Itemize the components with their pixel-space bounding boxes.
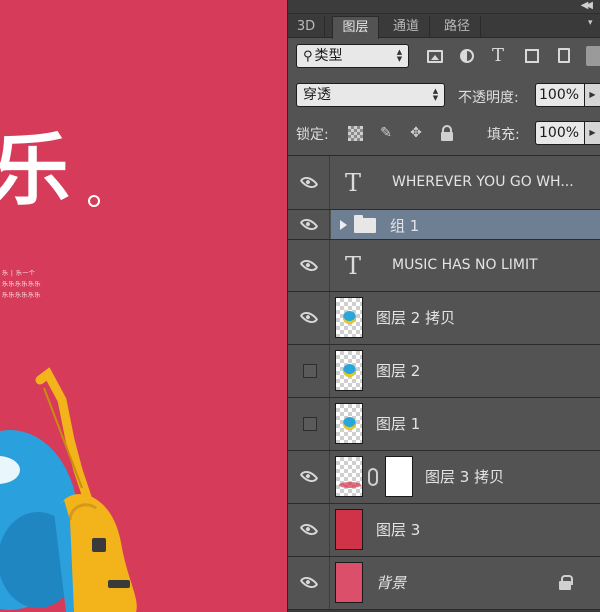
layer-row[interactable]: T WHEREVER YOU GO WH... — [288, 156, 600, 210]
eye-icon — [299, 255, 319, 275]
folder-icon — [354, 214, 376, 233]
canvas-artwork — [0, 367, 137, 612]
layer-thumbnail — [335, 403, 363, 444]
eye-icon — [299, 466, 319, 487]
smart-object-filter-icon[interactable] — [556, 48, 572, 64]
link-chain-icon[interactable] — [368, 468, 378, 486]
layer-row[interactable]: 图层 1 — [288, 398, 600, 451]
layers-panel: ◀◀ 3D 图层 通道 路径 ▾ ⚲ 类型 ▲ ▼ T 穿透 ▲ ▼ 不透明度: 10… — [287, 0, 600, 612]
search-icon: ⚲ — [303, 49, 313, 64]
lock-transparent-pixels-icon[interactable] — [348, 126, 363, 141]
layer-name: 图层 3 — [376, 521, 421, 539]
layer-row[interactable]: 图层 2 — [288, 345, 600, 398]
panel-title-bar: ◀◀ — [288, 0, 600, 14]
layer-thumbnail — [335, 350, 363, 391]
layer-visibility-toggle[interactable] — [288, 240, 330, 291]
layer-thumbnail — [335, 456, 363, 497]
tab-paths[interactable]: 路径 — [434, 16, 481, 38]
headline-character: 乐 — [0, 125, 70, 216]
select-spinner-icon: ▲ ▼ — [432, 87, 439, 102]
layer-thumbnail — [335, 509, 363, 550]
layer-row[interactable]: 图层 3 拷贝 — [288, 451, 600, 504]
eye-icon — [299, 572, 319, 593]
layer-thumbnail — [335, 562, 363, 603]
panel-tab-bar: 3D 图层 通道 路径 ▾ — [288, 14, 600, 39]
degree-mark-decoration — [88, 195, 100, 207]
fill-slider-arrow-icon[interactable]: ▶ — [585, 121, 600, 145]
opacity-label: 不透明度: — [458, 90, 519, 106]
blend-row: 穿透 ▲ ▼ 不透明度: 100% ▶ — [288, 81, 600, 109]
adjustment-layer-filter-icon[interactable] — [459, 48, 475, 64]
shape-layer-filter-icon[interactable] — [524, 48, 540, 64]
lock-all-icon[interactable] — [439, 125, 455, 141]
canvas-small-text: 乐乐乐乐乐乐 — [2, 281, 42, 288]
tab-channels[interactable]: 通道 — [383, 16, 430, 38]
red-smudge-thumbnail-art — [339, 482, 361, 488]
canvas-small-text: 乐 | 乐一个 — [2, 270, 36, 277]
blend-mode-select[interactable]: 穿透 ▲ ▼ — [296, 83, 445, 107]
layer-filter-row: ⚲ 类型 ▲ ▼ T — [288, 42, 600, 70]
pixel-layer-filter-icon[interactable] — [427, 48, 443, 64]
layers-list: T WHEREVER YOU GO WH... 组 1 T MUSIC HAS … — [288, 155, 600, 610]
type-layer-filter-icon[interactable]: T — [490, 47, 506, 65]
layer-group-row[interactable]: 组 1 — [288, 210, 600, 240]
layer-visibility-toggle[interactable] — [288, 504, 330, 556]
hidden-checkbox-icon — [303, 364, 317, 378]
character-thumbnail-art — [343, 364, 356, 377]
layer-row[interactable]: T MUSIC HAS NO LIMIT — [288, 240, 600, 292]
lock-label: 锁定: — [296, 127, 329, 143]
canvas-small-text: 乐乐乐乐乐乐 — [2, 292, 42, 299]
fill-label: 填充: — [487, 127, 520, 143]
layer-visibility-toggle[interactable] — [288, 398, 330, 450]
type-layer-icon: T — [345, 251, 362, 280]
tab-3d[interactable]: 3D — [288, 16, 325, 38]
filter-toggle-switch[interactable] — [586, 46, 600, 66]
character-thumbnail-art — [343, 417, 356, 430]
lock-icon — [559, 575, 573, 590]
filter-kind-select[interactable]: ⚲ 类型 ▲ ▼ — [296, 44, 409, 68]
collapse-panel-icon[interactable]: ◀◀ — [581, 0, 594, 12]
layer-visibility-toggle[interactable] — [288, 345, 330, 397]
layer-row[interactable]: 图层 3 — [288, 504, 600, 557]
lock-image-pixels-icon[interactable]: ✎ — [378, 125, 394, 141]
opacity-input[interactable]: 100% — [535, 83, 585, 107]
layer-name: WHEREVER YOU GO WH... — [392, 174, 574, 190]
select-spinner-icon: ▲ ▼ — [396, 48, 403, 63]
layer-name: MUSIC HAS NO LIMIT — [392, 257, 538, 273]
character-thumbnail-art — [343, 311, 356, 324]
layer-name: 图层 1 — [376, 415, 421, 433]
eye-icon — [299, 307, 319, 328]
tab-layers[interactable]: 图层 — [332, 16, 379, 39]
expand-triangle-icon[interactable] — [340, 219, 347, 230]
panel-menu-icon[interactable]: ▾ — [588, 18, 596, 28]
layer-visibility-toggle[interactable] — [288, 156, 330, 209]
hidden-checkbox-icon — [303, 417, 317, 431]
eye-icon — [299, 214, 319, 234]
layer-name: 图层 3 拷贝 — [425, 468, 505, 486]
layer-mask-thumbnail[interactable] — [385, 456, 413, 497]
layer-name: 图层 2 — [376, 362, 421, 380]
layer-name: 背景 — [376, 574, 407, 592]
lock-row: 锁定: ✎ ✥ 填充: 100% ▶ — [288, 119, 600, 147]
layer-visibility-toggle[interactable] — [288, 451, 330, 503]
layer-visibility-toggle[interactable] — [288, 210, 330, 239]
blend-mode-value: 穿透 — [303, 87, 331, 103]
type-layer-icon: T — [345, 168, 362, 197]
layer-thumbnail — [335, 297, 363, 338]
eye-icon — [299, 172, 319, 192]
eye-icon — [299, 519, 319, 540]
layer-row[interactable]: 背景 — [288, 557, 600, 610]
document-canvas[interactable]: 乐 乐 | 乐一个 乐乐乐乐乐乐 乐乐乐乐乐乐 — [0, 0, 287, 612]
layer-visibility-toggle[interactable] — [288, 292, 330, 344]
layer-name: 图层 2 拷贝 — [376, 309, 456, 327]
filter-kind-value: 类型 — [314, 48, 343, 64]
layer-name: 组 1 — [390, 217, 420, 235]
lock-position-icon[interactable]: ✥ — [408, 125, 424, 141]
opacity-slider-arrow-icon[interactable]: ▶ — [585, 83, 600, 107]
layer-row[interactable]: 图层 2 拷贝 — [288, 292, 600, 345]
fill-input[interactable]: 100% — [535, 121, 585, 145]
layer-visibility-toggle[interactable] — [288, 557, 330, 609]
